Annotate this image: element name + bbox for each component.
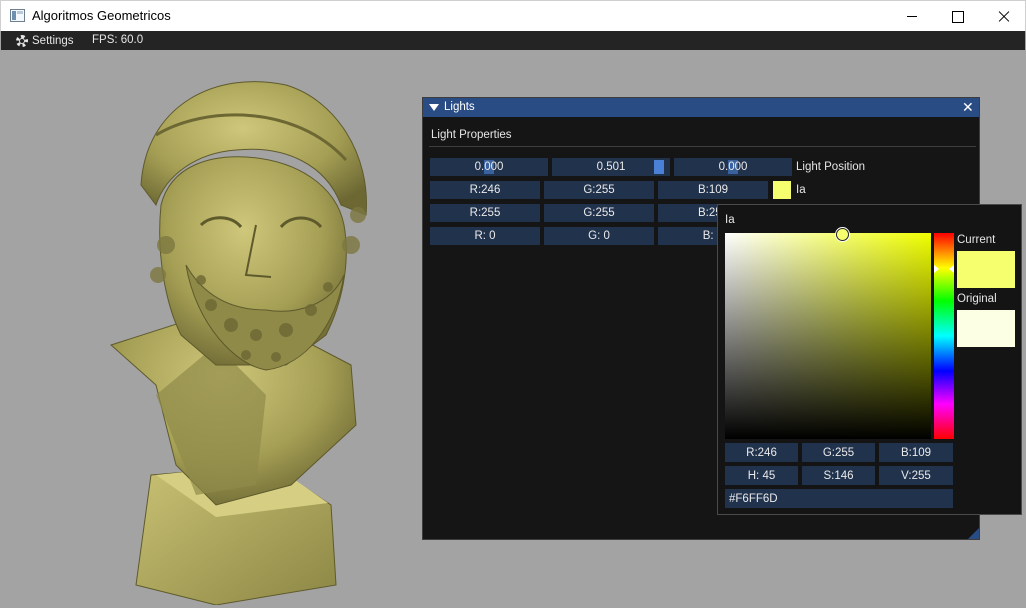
main-menu-bar: Settings FPS: 60.0: [1, 31, 1025, 50]
id-g-field[interactable]: G:255: [544, 204, 654, 222]
ia-label: Ia: [796, 184, 806, 196]
current-color-swatch: [957, 251, 1015, 288]
light-position-label: Light Position: [796, 161, 866, 173]
minimize-button[interactable]: [889, 1, 935, 32]
color-picker-popup[interactable]: Ia Current Original R:246 G:255 B:109 H:…: [717, 204, 1022, 515]
original-color-swatch[interactable]: [957, 310, 1015, 347]
light-position-x[interactable]: 0.000: [430, 158, 548, 176]
app-icon: [10, 9, 25, 22]
ia-r-field[interactable]: R:246: [430, 181, 540, 199]
lights-title-bar[interactable]: Lights ✕: [423, 98, 979, 117]
gear-icon: [16, 34, 28, 47]
separator: [429, 146, 976, 147]
is-g-field[interactable]: G: 0: [544, 227, 654, 245]
bust-model: [110, 81, 367, 605]
light-position-y[interactable]: 0.501: [552, 158, 670, 176]
collapse-arrow-icon[interactable]: [429, 104, 439, 111]
light-properties-header[interactable]: Light Properties: [431, 129, 512, 141]
hue-marker-left[interactable]: [934, 265, 939, 273]
picker-title: Ia: [725, 214, 735, 226]
picker-r-field[interactable]: R:246: [725, 443, 798, 462]
hex-input[interactable]: #F6FF6D: [725, 489, 953, 508]
ia-g-field[interactable]: G:255: [544, 181, 654, 199]
picker-s-field[interactable]: S:146: [802, 466, 875, 485]
close-icon[interactable]: ✕: [962, 99, 974, 115]
light-position-x-value: 0.000: [474, 161, 504, 173]
hue-marker-right[interactable]: [949, 265, 954, 273]
window-title: Algoritmos Geometricos: [32, 8, 171, 23]
picker-b-field[interactable]: B:109: [879, 443, 953, 462]
picker-g-field[interactable]: G:255: [802, 443, 875, 462]
light-position-y-value: 0.501: [596, 161, 626, 173]
close-window-button[interactable]: [981, 1, 1026, 32]
settings-menu[interactable]: Settings: [16, 33, 74, 48]
picker-h-field[interactable]: H: 45: [725, 466, 798, 485]
current-label: Current: [957, 234, 996, 246]
light-position-z[interactable]: 0.000: [674, 158, 792, 176]
ia-b-field[interactable]: B:109: [658, 181, 768, 199]
light-position-z-value: 0.000: [718, 161, 748, 173]
original-label: Original: [957, 293, 997, 305]
title-bar: Algoritmos Geometricos: [0, 0, 1026, 31]
picker-v-field[interactable]: V:255: [879, 466, 953, 485]
sv-cursor[interactable]: [836, 228, 849, 241]
hue-bar[interactable]: [934, 233, 954, 439]
settings-label: Settings: [32, 34, 74, 47]
id-r-field[interactable]: R:255: [430, 204, 540, 222]
fps-readout: FPS: 60.0: [92, 34, 144, 46]
resize-grip[interactable]: [968, 528, 979, 539]
saturation-value-square[interactable]: [725, 233, 931, 439]
slider-grab[interactable]: [654, 160, 664, 174]
is-r-field[interactable]: R: 0: [430, 227, 540, 245]
maximize-button[interactable]: [935, 1, 981, 32]
lights-title: Lights: [444, 101, 475, 113]
ia-color-swatch[interactable]: [773, 181, 791, 199]
